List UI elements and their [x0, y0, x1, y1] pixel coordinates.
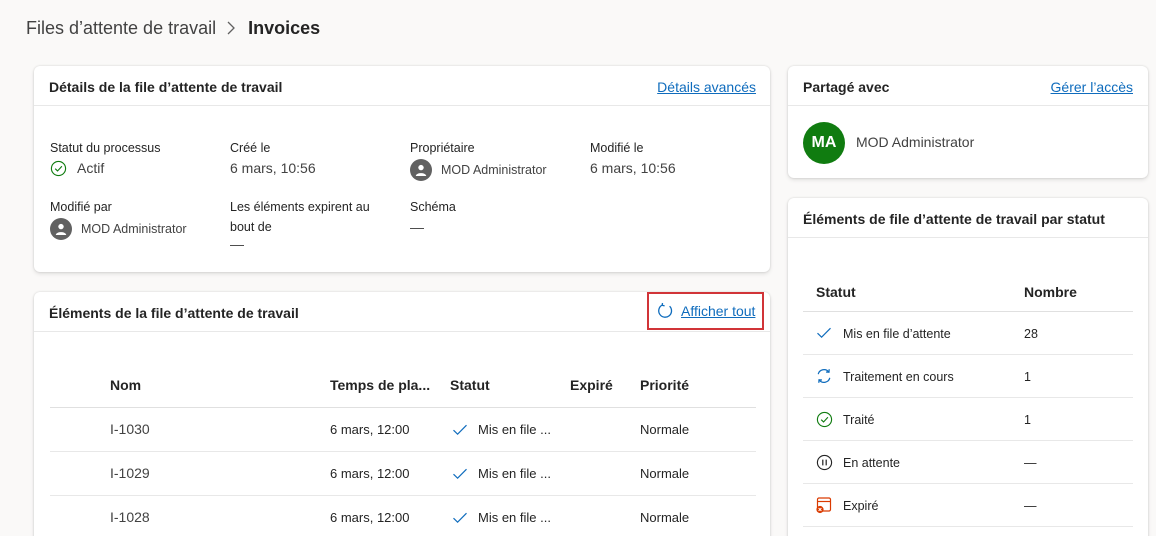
- row-status: Mis en file ...: [452, 422, 551, 437]
- row-time: 6 mars, 12:00: [330, 466, 410, 481]
- column-header-expired[interactable]: Expiré: [570, 377, 613, 393]
- row-status-label: Mis en file ...: [478, 422, 551, 437]
- checkmark-icon: [453, 468, 467, 479]
- shared-user-name: MOD Administrator: [856, 134, 975, 150]
- row-priority: Normale: [640, 422, 690, 437]
- status-count: 1: [1024, 413, 1031, 427]
- status-table-header: Statut Nombre: [803, 274, 1133, 312]
- expired-icon: [815, 496, 833, 514]
- status-row-expired: Expiré —: [803, 484, 1133, 527]
- items-by-status-card: Éléments de file d’attente de travail pa…: [788, 198, 1148, 536]
- show-all-button[interactable]: Afficher tout: [647, 292, 764, 330]
- modified-label: Modifié le: [590, 141, 644, 155]
- status-count: 1: [1024, 370, 1031, 384]
- column-header-time[interactable]: Temps de pla...: [330, 377, 430, 393]
- shared-with-card-header: Partagé avec Gérer l’accès: [788, 66, 1148, 106]
- schema-field: Schéma —: [410, 197, 456, 237]
- processing-icon: [815, 367, 833, 385]
- manage-access-link[interactable]: Gérer l’accès: [1051, 79, 1133, 95]
- table-row[interactable]: I-1028 6 mars, 12:00 Mis en file ... Nor…: [50, 496, 756, 536]
- check-circle-icon: [50, 160, 67, 177]
- status-label: Mis en file d’attente: [843, 327, 951, 341]
- shared-with-title: Partagé avec: [803, 79, 890, 95]
- row-name[interactable]: I-1029: [110, 465, 150, 481]
- items-by-status-header: Éléments de file d’attente de travail pa…: [788, 198, 1148, 238]
- status-label: Expiré: [843, 499, 879, 513]
- queue-items-card: Éléments de la file d’attente de travail…: [34, 292, 770, 536]
- checkmark-icon: [453, 512, 467, 523]
- queue-items-card-header: Éléments de la file d’attente de travail…: [34, 292, 770, 332]
- row-status: Mis en file ...: [452, 466, 551, 481]
- status-row-processing: Traitement en cours 1: [803, 355, 1133, 398]
- details-card: Détails de la file d’attente de travail …: [34, 66, 770, 272]
- shared-with-card: Partagé avec Gérer l’accès MA MOD Admini…: [788, 66, 1148, 178]
- owner-field: Propriétaire MOD Administrator: [410, 138, 547, 181]
- details-card-title: Détails de la file d’attente de travail: [49, 79, 283, 95]
- row-time: 6 mars, 12:00: [330, 422, 410, 437]
- schema-label: Schéma: [410, 200, 456, 214]
- queue-items-card-title: Éléments de la file d’attente de travail: [49, 305, 299, 321]
- process-status-value: Actif: [77, 160, 105, 176]
- row-name[interactable]: I-1028: [110, 509, 150, 525]
- created-field: Créé le 6 mars, 10:56: [230, 138, 316, 178]
- row-time: 6 mars, 12:00: [330, 510, 410, 525]
- column-header-status[interactable]: Statut: [450, 377, 490, 393]
- process-status-field: Statut du processus Actif: [50, 138, 160, 178]
- status-label: Traitement en cours: [843, 370, 954, 384]
- items-table-header: Nom Temps de pla... Statut Expiré Priori…: [50, 366, 756, 408]
- row-status: Mis en file ...: [452, 510, 551, 525]
- row-priority: Normale: [640, 466, 690, 481]
- row-priority: Normale: [640, 510, 690, 525]
- column-header-priority[interactable]: Priorité: [640, 377, 689, 393]
- breadcrumb-current: Invoices: [248, 17, 321, 38]
- status-count: —: [1024, 456, 1037, 470]
- advanced-details-link[interactable]: Détails avancés: [657, 79, 756, 95]
- breadcrumb-parent[interactable]: Files d’attente de travail: [26, 18, 216, 39]
- details-card-header: Détails de la file d’attente de travail …: [34, 66, 770, 106]
- row-status-label: Mis en file ...: [478, 466, 551, 481]
- column-header-name[interactable]: Nom: [110, 377, 141, 393]
- modified-by-field: Modifié par MOD Administrator: [50, 197, 187, 240]
- status-row-queued: Mis en file d’attente 28: [803, 312, 1133, 355]
- modified-field: Modifié le 6 mars, 10:56: [590, 138, 676, 178]
- expire-label-line2: bout de: [230, 220, 272, 234]
- checkmark-icon: [815, 324, 833, 342]
- column-header-status: Statut: [816, 284, 856, 300]
- status-row-processed: Traité 1: [803, 398, 1133, 441]
- show-all-link[interactable]: Afficher tout: [681, 303, 755, 319]
- created-label: Créé le: [230, 141, 271, 155]
- breadcrumb: Files d’attente de travail Invoices: [26, 17, 320, 39]
- status-label: Traité: [843, 413, 875, 427]
- chevron-right-icon: [226, 21, 236, 35]
- expire-value: —: [230, 236, 244, 252]
- created-value: 6 mars, 10:56: [230, 160, 316, 176]
- refresh-icon: [656, 302, 674, 320]
- modified-by-value: MOD Administrator: [81, 222, 187, 236]
- avatar: MA: [803, 122, 845, 164]
- status-count: —: [1024, 499, 1037, 513]
- person-icon: [410, 159, 432, 181]
- pause-circle-icon: [815, 453, 833, 471]
- checkmark-icon: [453, 424, 467, 435]
- schema-value: —: [410, 219, 424, 235]
- modified-value: 6 mars, 10:56: [590, 160, 676, 176]
- status-row-on-hold: En attente —: [803, 441, 1133, 484]
- person-icon: [50, 218, 72, 240]
- column-header-count: Nombre: [1024, 284, 1077, 300]
- table-row[interactable]: I-1030 6 mars, 12:00 Mis en file ... Nor…: [50, 408, 756, 452]
- modified-by-label: Modifié par: [50, 200, 112, 214]
- owner-value: MOD Administrator: [441, 163, 547, 177]
- status-label: En attente: [843, 456, 900, 470]
- table-row[interactable]: I-1029 6 mars, 12:00 Mis en file ... Nor…: [50, 452, 756, 496]
- row-status-label: Mis en file ...: [478, 510, 551, 525]
- expire-label-line1: Les éléments expirent au: [230, 200, 370, 214]
- owner-label: Propriétaire: [410, 141, 475, 155]
- check-circle-icon: [815, 410, 833, 428]
- process-status-label: Statut du processus: [50, 141, 161, 155]
- status-count: 28: [1024, 327, 1038, 341]
- items-by-status-title: Éléments de file d’attente de travail pa…: [803, 211, 1105, 227]
- expire-field: Les éléments expirent au bout de —: [230, 197, 370, 251]
- row-name[interactable]: I-1030: [110, 421, 150, 437]
